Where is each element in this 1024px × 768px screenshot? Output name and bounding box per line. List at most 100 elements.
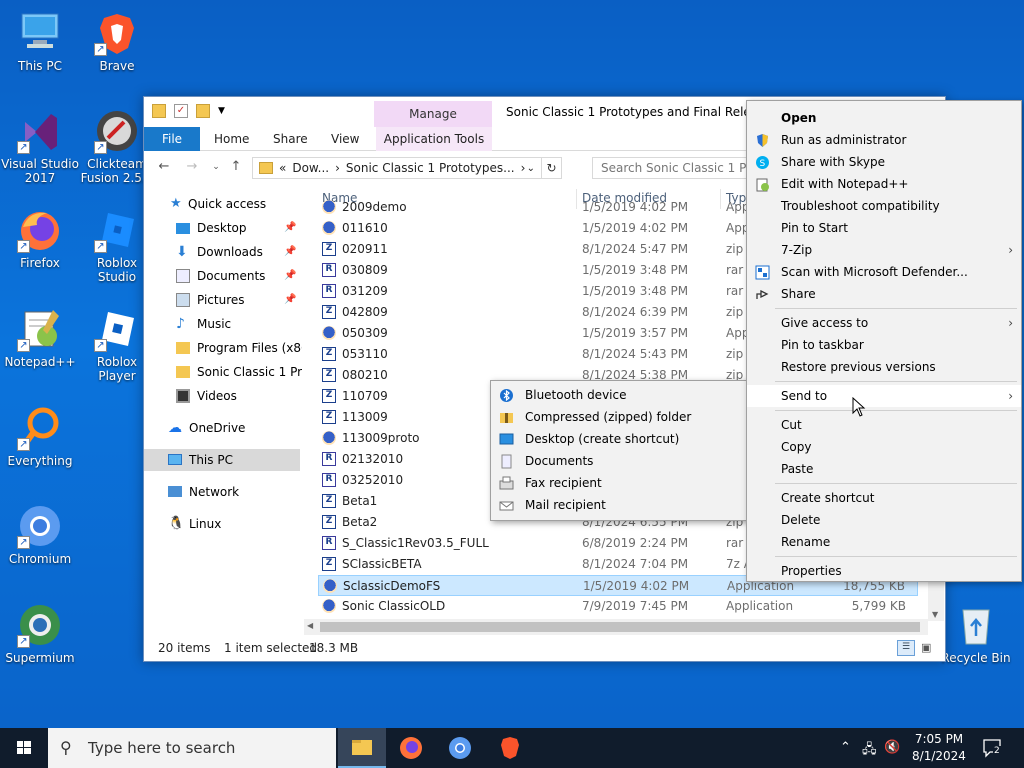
menu-item-pin-to-start[interactable]: Pin to Start	[747, 217, 1021, 239]
send-to-item-documents[interactable]: Documents	[491, 450, 748, 472]
horizontal-scrollbar[interactable]: ◀	[304, 619, 928, 635]
menu-item-cut[interactable]: Cut	[747, 414, 1021, 436]
menu-item-properties[interactable]: Properties	[747, 560, 1021, 582]
new-folder-icon[interactable]	[196, 104, 210, 118]
file-name: 03252010	[342, 473, 404, 487]
taskbar-firefox[interactable]	[387, 728, 435, 768]
sonic-app-icon	[322, 599, 336, 613]
folder-icon	[176, 342, 190, 354]
chevron-down-icon[interactable]: ▼	[218, 104, 232, 118]
breadcrumb-overflow[interactable]: «	[279, 161, 286, 175]
breadcrumb-separator: ›	[520, 161, 526, 175]
forward-arrow-icon[interactable]: →	[184, 159, 200, 175]
tab-view[interactable]: View	[321, 127, 369, 151]
menu-item-rename[interactable]: Rename	[747, 531, 1021, 553]
pin-icon[interactable]: 📌	[284, 265, 296, 287]
breadcrumb-downloads[interactable]: Dow...	[292, 161, 329, 175]
chevron-down-icon[interactable]: ⌄	[527, 163, 535, 174]
send-to-item-desktop-create-shortcut[interactable]: Desktop (create shortcut)	[491, 428, 748, 450]
search-input[interactable]: Search Sonic Classic 1 Prototy...	[592, 157, 752, 179]
menu-item-7-zip[interactable]: 7-Zip ›	[747, 239, 1021, 261]
folder-icon[interactable]	[152, 104, 166, 118]
start-button[interactable]	[0, 728, 48, 768]
menu-item-create-shortcut[interactable]: Create shortcut	[747, 487, 1021, 509]
large-icons-view-icon[interactable]: ▣	[921, 640, 937, 656]
up-arrow-icon[interactable]: ↑	[228, 159, 244, 175]
desktop-icon-firefox[interactable]: ↗ Firefox	[0, 207, 80, 270]
menu-item-send-to[interactable]: Send to ›	[747, 385, 1021, 407]
menu-item-scan-with-microsoft-defender[interactable]: Scan with Microsoft Defender...	[747, 261, 1021, 283]
tab-home[interactable]: Home	[204, 127, 259, 151]
network-status-icon[interactable]: 🖧	[862, 740, 877, 762]
tab-application-tools[interactable]: Application Tools	[376, 127, 492, 151]
chevron-down-icon[interactable]: ⌄	[208, 159, 224, 175]
desktop-icon-everything[interactable]: ↗ Everything	[0, 405, 80, 468]
file-date: 1/5/2019 4:02 PM	[582, 221, 689, 235]
menu-item-restore-previous-versions[interactable]: Restore previous versions	[747, 356, 1021, 378]
menu-item-delete[interactable]: Delete	[747, 509, 1021, 531]
address-bar[interactable]: « Dow... › Sonic Classic 1 Prototypes...…	[252, 157, 562, 179]
menu-separator	[775, 483, 1017, 484]
desktop-icon-brave[interactable]: ↗ Brave	[77, 10, 157, 73]
taskbar-chromium[interactable]	[436, 728, 484, 768]
send-to-item-bluetooth-device[interactable]: Bluetooth device	[491, 384, 748, 406]
desktop-icon-supermium[interactable]: ↗ Supermium	[0, 602, 80, 665]
desktop-icon-chromium[interactable]: ↗ Chromium	[0, 503, 80, 566]
nav-item-sonic-classic[interactable]: Sonic Classic 1 Prot	[144, 361, 302, 383]
back-arrow-icon[interactable]: ←	[156, 159, 172, 175]
notepadpp-icon: ↗	[17, 306, 63, 352]
nav-item-onedrive[interactable]: ☁ OneDrive	[144, 417, 302, 439]
send-to-item-fax-recipient[interactable]: Fax recipient	[491, 472, 748, 494]
nav-item-documents[interactable]: Documents 📌	[144, 265, 302, 287]
nav-item-videos[interactable]: Videos	[144, 385, 302, 407]
nav-item-desktop[interactable]: Desktop 📌	[144, 217, 302, 239]
desktop-icon-recycle-bin[interactable]: Recycle Bin	[936, 602, 1016, 665]
taskbar-clock[interactable]: 7:05 PM 8/1/2024	[906, 731, 972, 765]
scroll-left-icon[interactable]: ◀	[307, 621, 313, 630]
refresh-icon[interactable]: ↻	[541, 158, 561, 178]
desktop-icon-this-pc[interactable]: This PC	[0, 10, 80, 73]
menu-item-give-access-to[interactable]: Give access to ›	[747, 312, 1021, 334]
properties-icon[interactable]: ✓	[174, 104, 188, 118]
taskbar-brave[interactable]	[486, 728, 534, 768]
notification-center-icon[interactable]: 2	[982, 738, 1004, 758]
pin-icon[interactable]: 📌	[284, 289, 296, 311]
nav-item-quick-access[interactable]: ★ Quick access	[144, 193, 302, 215]
pin-icon[interactable]: 📌	[284, 217, 296, 239]
tab-manage[interactable]: Manage	[374, 101, 492, 127]
taskbar-file-explorer[interactable]	[338, 728, 386, 768]
nav-item-linux[interactable]: 🐧 Linux	[144, 513, 302, 535]
menu-item-paste[interactable]: Paste	[747, 458, 1021, 480]
taskbar-search-input[interactable]: ⚲ Type here to search	[48, 728, 336, 768]
menu-item-pin-to-taskbar[interactable]: Pin to taskbar	[747, 334, 1021, 356]
tab-file[interactable]: File	[144, 127, 200, 151]
menu-item-edit-with-notepad[interactable]: Edit with Notepad++	[747, 173, 1021, 195]
scroll-down-icon[interactable]: ▼	[932, 610, 938, 619]
menu-item-copy[interactable]: Copy	[747, 436, 1021, 458]
breadcrumb-current[interactable]: Sonic Classic 1 Prototypes...	[346, 161, 515, 175]
desktop-icon-notepadpp[interactable]: ↗ Notepad++	[0, 306, 80, 369]
nav-item-music[interactable]: ♪ Music	[144, 313, 302, 335]
menu-item-run-as-administrator[interactable]: Run as administrator	[747, 129, 1021, 151]
pin-icon[interactable]: 📌	[284, 241, 296, 263]
send-to-item-mail-recipient[interactable]: Mail recipient	[491, 494, 748, 516]
nav-item-pictures[interactable]: Pictures 📌	[144, 289, 302, 311]
cloud-icon: ☁	[168, 420, 182, 436]
menu-item-troubleshoot-compatibility[interactable]: Troubleshoot compatibility	[747, 195, 1021, 217]
scroll-thumb[interactable]	[320, 622, 920, 632]
nav-item-network[interactable]: Network	[144, 481, 302, 503]
details-view-icon[interactable]: ☰	[897, 640, 915, 656]
desktop-icon-visual-studio[interactable]: ↗ Visual Studio 2017	[0, 108, 80, 185]
menu-item-share[interactable]: Share	[747, 283, 1021, 305]
file-row[interactable]: Sonic ClassicOLD 7/9/2019 7:45 PM Applicat…	[318, 596, 918, 617]
nav-item-this-pc[interactable]: This PC	[144, 449, 300, 471]
send-to-item-compressed-zipped-folder[interactable]: Compressed (zipped) folder	[491, 406, 748, 428]
window-title: Sonic Classic 1 Prototypes and Final Rel…	[506, 105, 779, 119]
chevron-up-icon[interactable]: ⌃	[840, 740, 851, 755]
menu-item-share-with-skype[interactable]: S Share with Skype	[747, 151, 1021, 173]
tab-share[interactable]: Share	[263, 127, 318, 151]
volume-muted-icon[interactable]: 🔇	[884, 740, 900, 755]
menu-item-open[interactable]: Open	[747, 107, 1021, 129]
nav-item-program-files[interactable]: Program Files (x86)	[144, 337, 302, 359]
nav-item-downloads[interactable]: ⬇ Downloads 📌	[144, 241, 302, 263]
